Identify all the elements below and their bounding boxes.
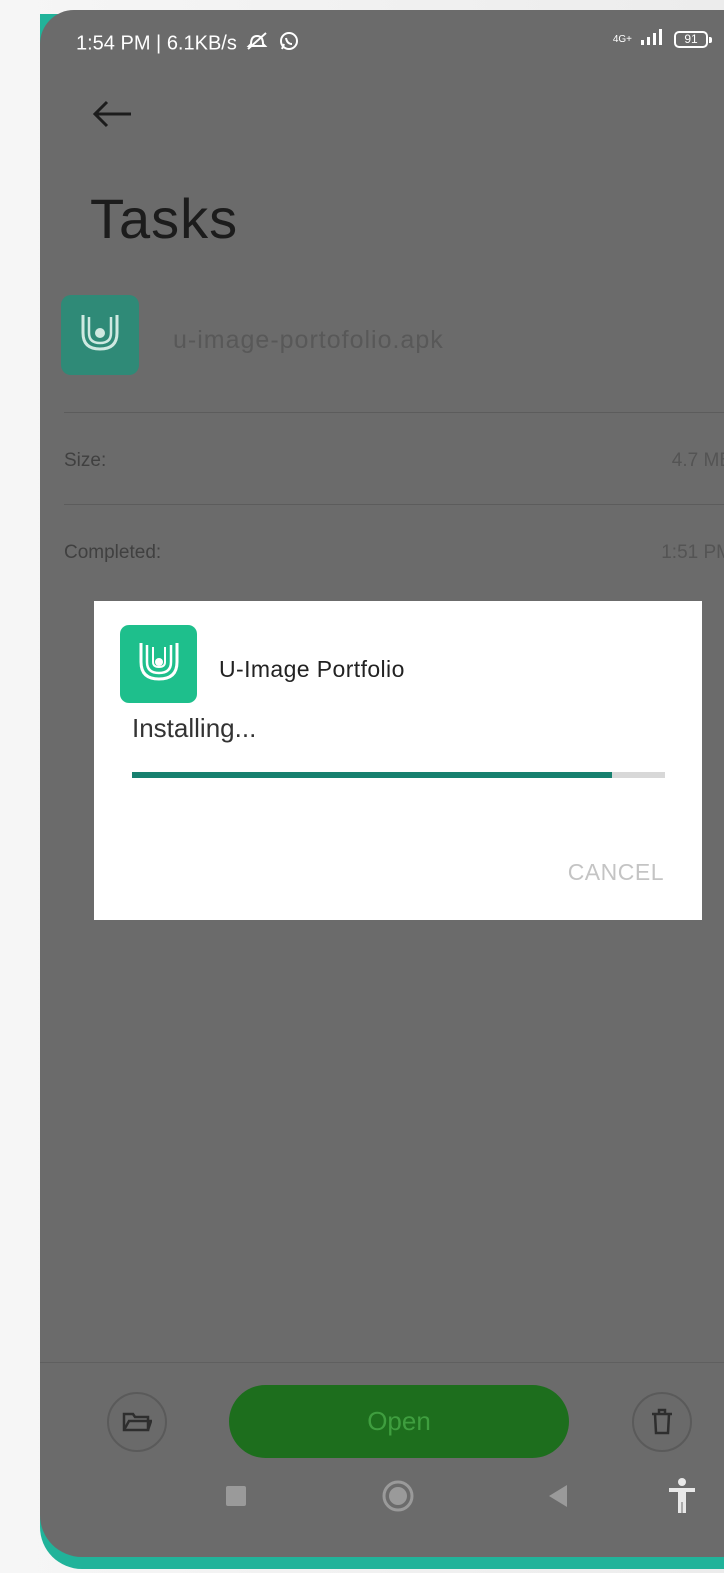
accessibility-button[interactable] xyxy=(662,1474,702,1518)
size-value: 4.7 MB xyxy=(671,450,724,471)
cancel-button[interactable]: CANCEL xyxy=(568,859,664,886)
install-progress-fill xyxy=(132,772,612,778)
install-progress-bar xyxy=(132,772,665,778)
arrow-left-icon xyxy=(92,100,131,128)
dialog-app-icon xyxy=(120,625,197,703)
u-image-logo-icon xyxy=(81,315,119,351)
status-left: 1:54 PM | 6.1KB/s xyxy=(76,30,300,58)
status-time: 1:54 PM xyxy=(76,32,151,55)
status-bar: 1:54 PM | 6.1KB/s 4G+ 91 xyxy=(76,28,716,58)
completed-label: Completed: xyxy=(64,542,162,563)
square-icon xyxy=(226,1486,246,1506)
divider xyxy=(64,412,724,413)
divider xyxy=(64,504,724,505)
recents-button[interactable] xyxy=(220,1474,252,1518)
open-folder-button[interactable] xyxy=(107,1392,167,1452)
triangle-back-icon xyxy=(549,1485,567,1507)
back-button[interactable] xyxy=(88,90,136,138)
whatsapp-icon xyxy=(278,30,300,58)
divider xyxy=(40,1362,724,1363)
folder-icon xyxy=(122,1412,152,1432)
status-right: 4G+ 91 xyxy=(612,28,712,51)
battery-icon: 91 xyxy=(674,31,712,48)
network-type: 4G+ xyxy=(612,34,632,45)
open-button[interactable]: Open xyxy=(229,1385,569,1458)
size-label: Size: xyxy=(64,450,107,471)
circle-icon xyxy=(382,1480,414,1512)
nav-back-button[interactable] xyxy=(543,1474,575,1518)
delete-button[interactable] xyxy=(632,1392,692,1452)
home-button[interactable] xyxy=(376,1474,420,1518)
dialog-app-name: U-Image Portfolio xyxy=(219,656,405,682)
u-image-logo-icon xyxy=(139,643,178,681)
install-status: Installing... xyxy=(132,713,257,743)
accessibility-icon xyxy=(669,1478,695,1513)
file-name: u-image-portofolio.apk xyxy=(173,326,444,354)
status-speed: 6.1KB/s xyxy=(166,32,237,55)
page-title: Tasks xyxy=(90,187,239,250)
install-dialog: U-Image Portfolio Installing... CANCEL xyxy=(94,601,702,920)
file-app-icon xyxy=(61,295,139,375)
completed-value: 1:51 PM xyxy=(661,542,724,563)
trash-icon xyxy=(652,1408,672,1435)
muted-alarm-icon xyxy=(246,31,268,57)
signal-icon xyxy=(640,28,666,51)
